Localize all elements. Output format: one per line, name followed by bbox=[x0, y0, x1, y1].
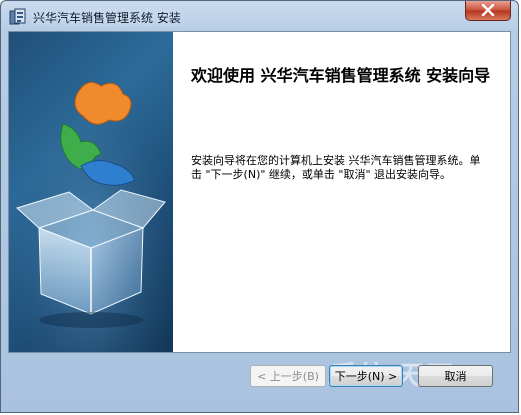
installer-icon bbox=[9, 8, 27, 26]
wizard-content: 欢迎使用 兴华汽车销售管理系统 安装向导 安装向导将在您的计算机上安装 兴华汽车… bbox=[8, 31, 511, 353]
close-icon bbox=[481, 1, 495, 20]
wizard-side-panel bbox=[9, 32, 173, 352]
back-button[interactable]: < 上一步(B) bbox=[250, 365, 326, 387]
window-title: 兴华汽车销售管理系统 安装 bbox=[33, 11, 181, 25]
cancel-button[interactable]: 取消 bbox=[418, 365, 493, 387]
button-bar: 系统·天下 < 上一步(B) 下一步(N) > 取消 bbox=[1, 353, 518, 412]
next-button[interactable]: 下一步(N) > bbox=[329, 365, 403, 387]
title-bar: 兴华汽车销售管理系统 安装 bbox=[1, 1, 518, 31]
welcome-description: 安装向导将在您的计算机上安装 兴华汽车销售管理系统。单击 "下一步(N)" 继续… bbox=[191, 154, 481, 181]
close-button[interactable] bbox=[465, 1, 511, 21]
installer-window: 兴华汽车销售管理系统 安装 欢迎使用 兴华汽车销售管理系统 安装向导 安装向导将… bbox=[0, 0, 519, 413]
puzzle-box-icon bbox=[9, 32, 173, 352]
welcome-heading: 欢迎使用 兴华汽车销售管理系统 安装向导 bbox=[191, 66, 491, 85]
